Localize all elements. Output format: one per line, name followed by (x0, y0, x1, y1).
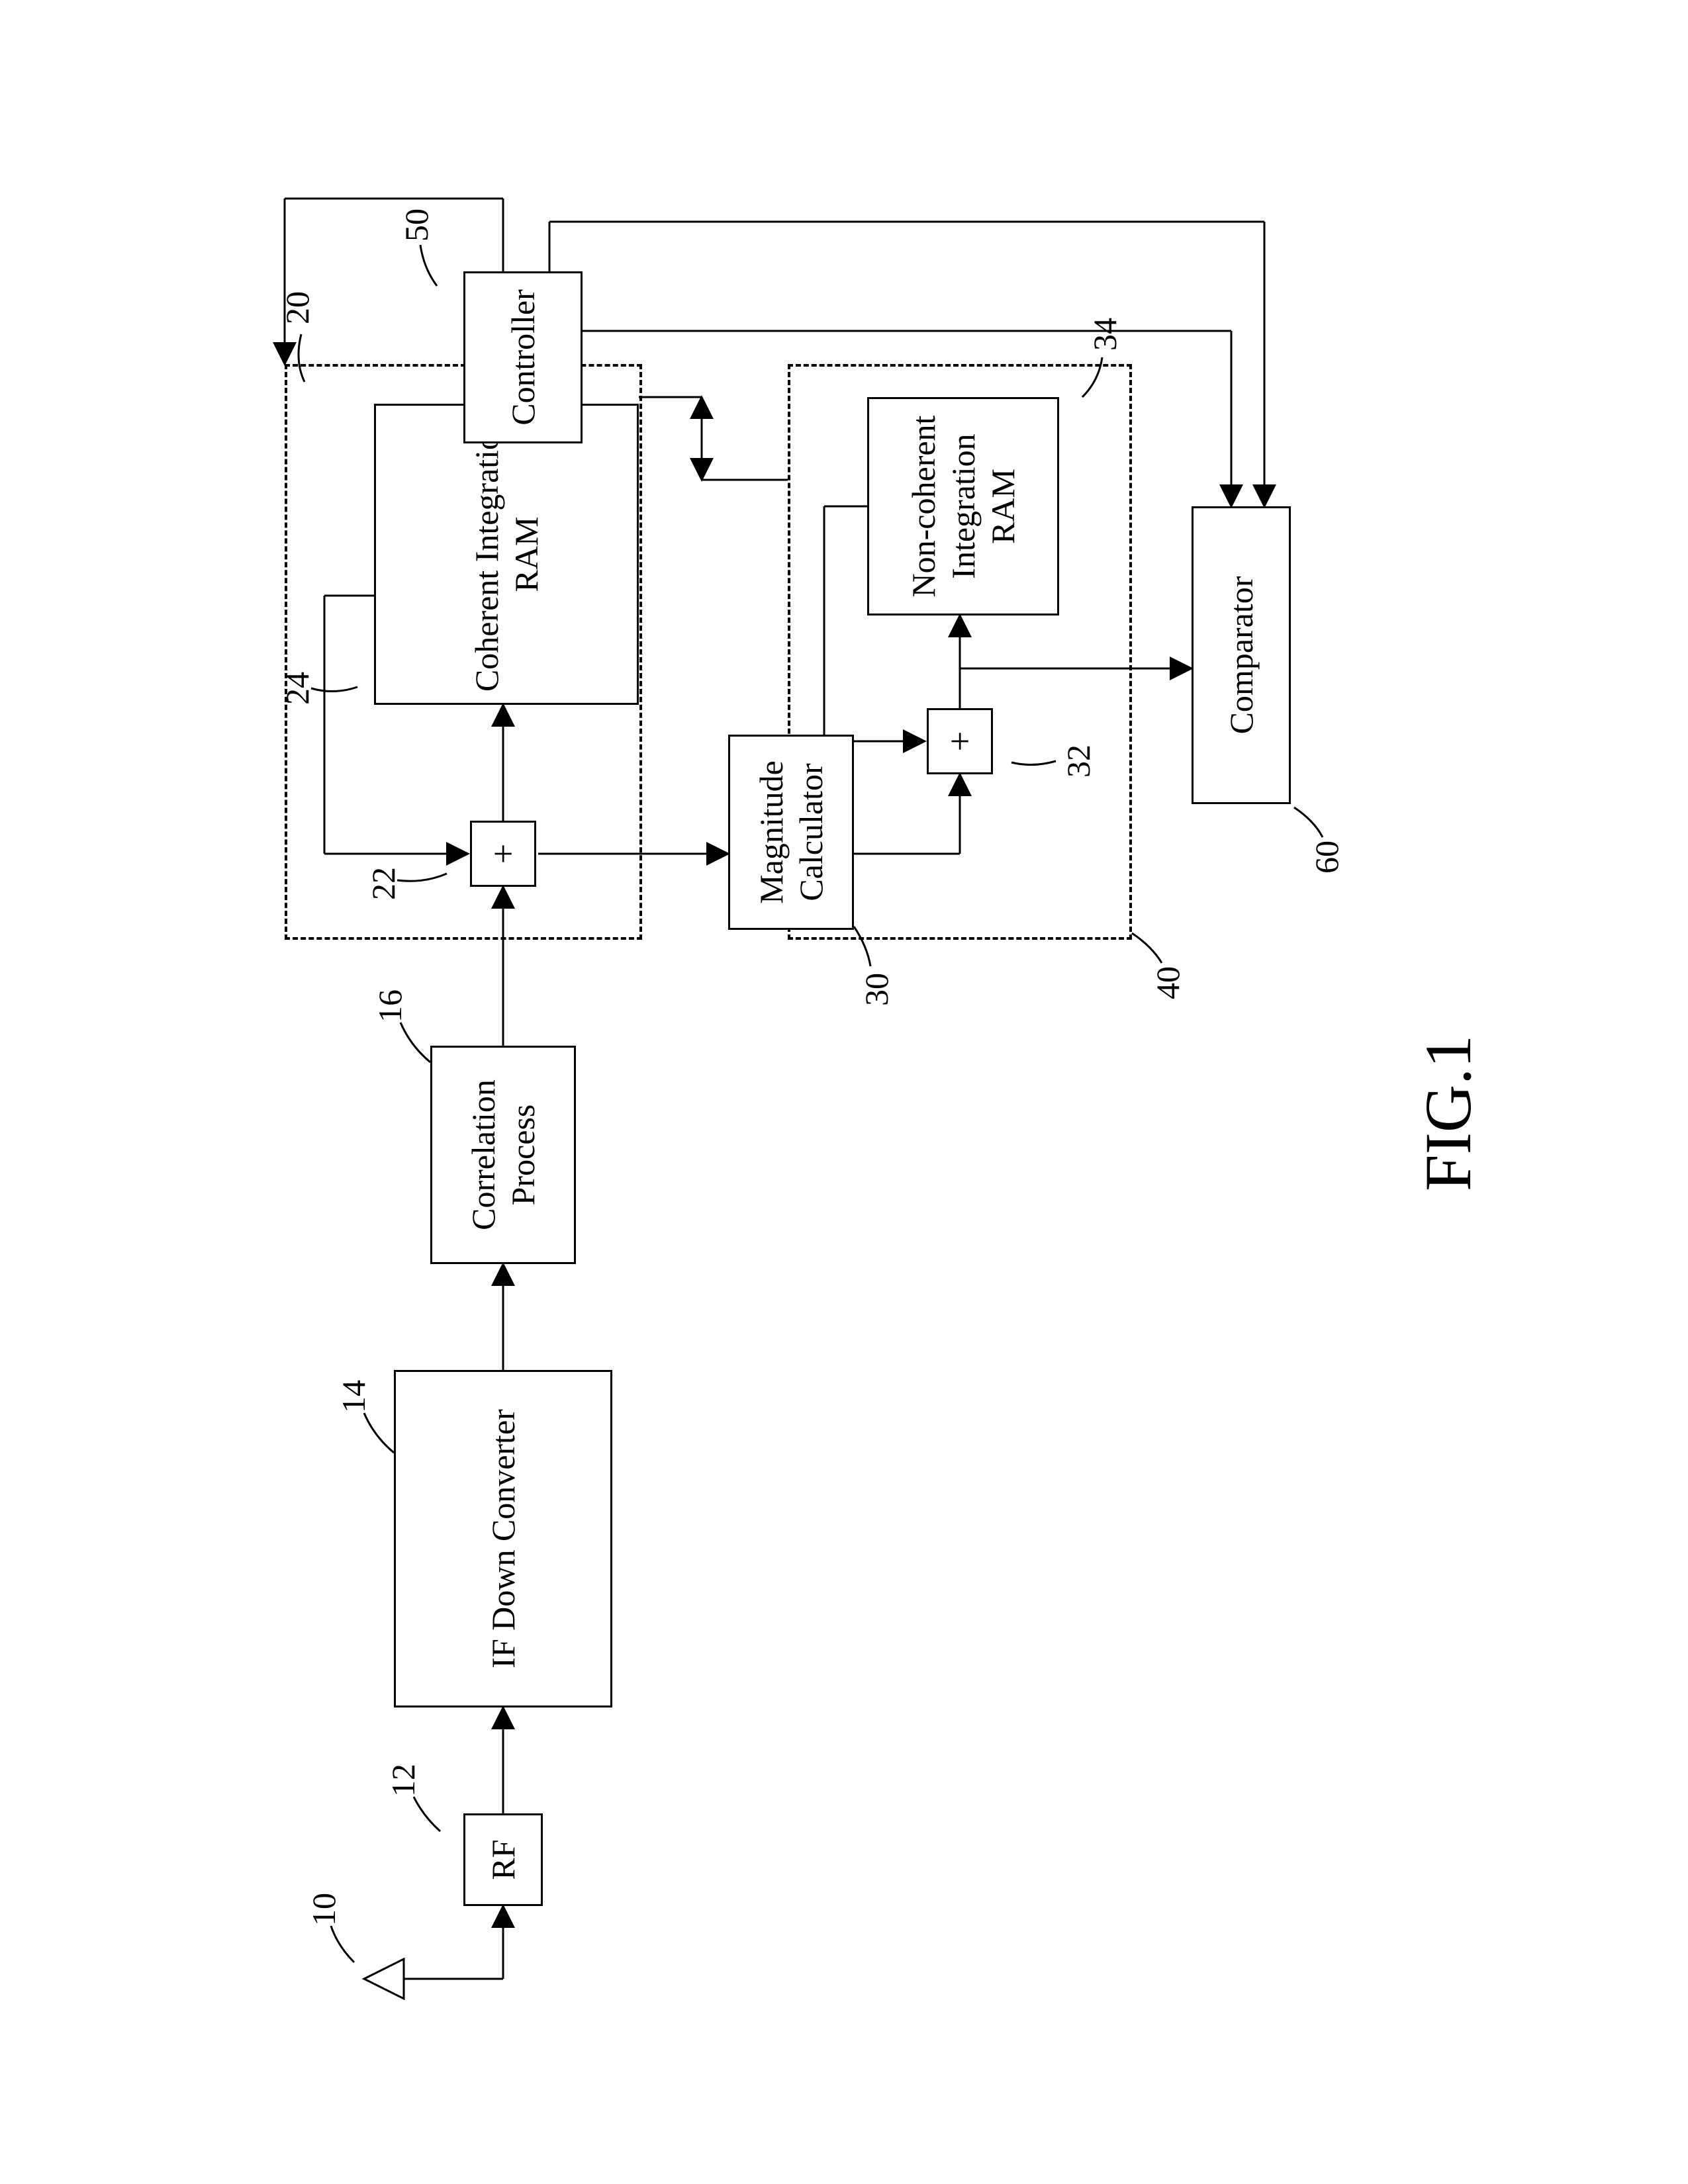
ref-22: 22 (364, 867, 402, 900)
block-coherent-ram: Coherent Integration RAM (374, 404, 639, 705)
block-nc-ram: Non-coherent Integration RAM (867, 397, 1059, 615)
page: RF IF Down Converter Correlation Process… (0, 0, 1688, 2184)
ref-24: 24 (278, 672, 316, 705)
ref-14: 14 (334, 1380, 373, 1413)
block-rf: RF (463, 1813, 543, 1906)
ref-34: 34 (1086, 318, 1124, 351)
ref-12: 12 (384, 1764, 422, 1797)
ref-20: 20 (278, 291, 316, 324)
adder-noncoherent: + (927, 708, 993, 774)
ref-50: 50 (397, 208, 436, 242)
ref-32: 32 (1059, 745, 1098, 778)
block-magnitude: Magnitude Calculator (728, 735, 854, 930)
block-correlation: Correlation Process (430, 1046, 576, 1264)
ref-10: 10 (305, 1893, 343, 1926)
diagram-stage: RF IF Down Converter Correlation Process… (0, 0, 1688, 2184)
ref-60: 60 (1307, 841, 1346, 874)
adder-coherent: + (470, 821, 536, 887)
ref-16: 16 (371, 989, 409, 1023)
block-ifdc: IF Down Converter (394, 1370, 612, 1707)
ref-40: 40 (1149, 966, 1187, 999)
block-comparator: Comparator (1192, 506, 1291, 804)
ref-30: 30 (857, 973, 896, 1006)
block-controller: Controller (463, 271, 583, 443)
figure-label: FIG.1 (1410, 1035, 1486, 1191)
